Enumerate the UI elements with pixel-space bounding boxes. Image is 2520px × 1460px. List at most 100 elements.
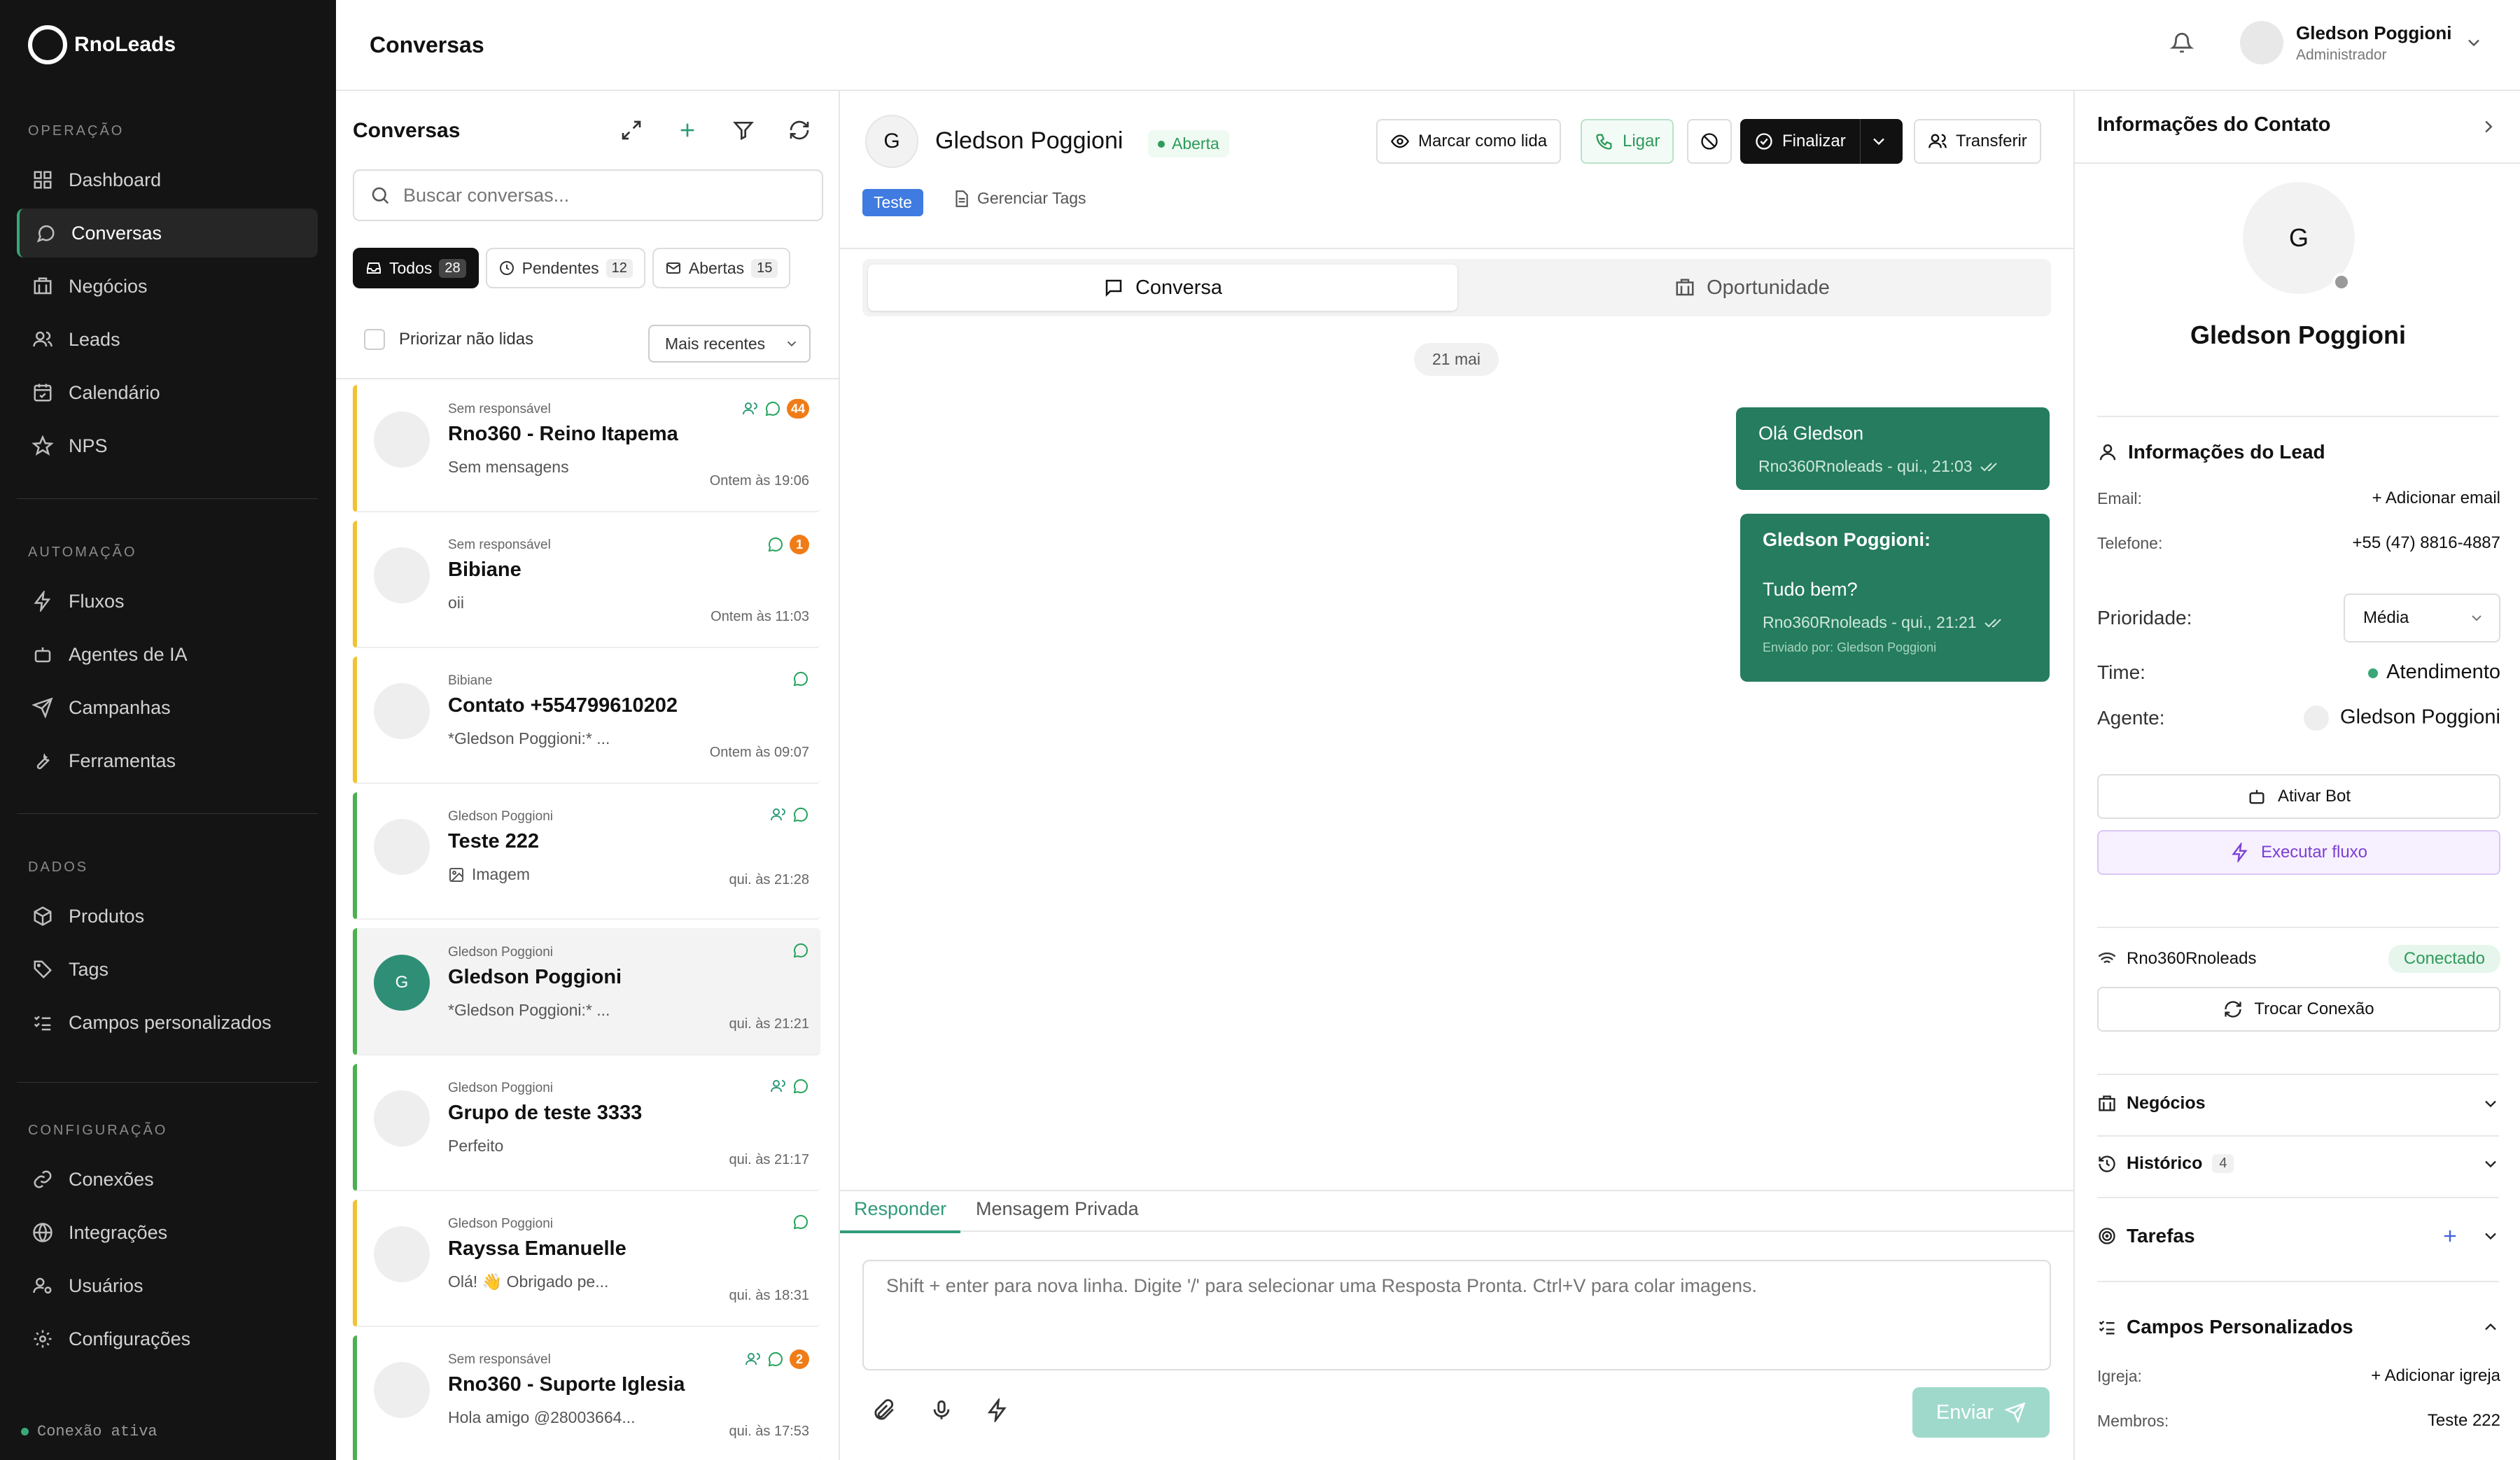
history-accordion[interactable]: Histórico 4 (2097, 1153, 2500, 1174)
building-icon (1676, 279, 1694, 296)
composer-box (862, 1260, 2051, 1370)
sidebar-item-label: Campanhas (69, 696, 171, 718)
attach-button[interactable] (867, 1393, 902, 1428)
sidebar-item-fluxos[interactable]: Fluxos (17, 577, 318, 626)
sidebar-item-nps[interactable]: NPS (17, 421, 318, 470)
add-church-button[interactable]: + Adicionar igreja (2371, 1366, 2500, 1386)
deals-accordion[interactable]: Negócios (2097, 1093, 2500, 1114)
phone-row: Telefone: +55 (47) 8816-4887 (2097, 533, 2500, 553)
sidebar-item-label: Produtos (69, 905, 145, 927)
whatsapp-icon (793, 1079, 808, 1094)
sidebar-item-usuarios[interactable]: Usuários (17, 1261, 318, 1310)
user-menu[interactable]: Gledson Poggioni Administrador (2240, 21, 2484, 64)
conversation-item[interactable]: Gledson Poggioni Teste 222 Imagem qui. à… (353, 792, 820, 920)
link-icon (34, 1170, 52, 1188)
sidebar-item-leads[interactable]: Leads (17, 315, 318, 364)
sidebar-item-conexoes[interactable]: Conexões (17, 1155, 318, 1204)
sidebar-item-produtos[interactable]: Produtos (17, 892, 318, 941)
sidebar-item-agentes-ia[interactable]: Agentes de IA (17, 630, 318, 679)
add-email-button[interactable]: + Adicionar email (2372, 489, 2500, 508)
tasks-accordion[interactable]: Tarefas (2097, 1225, 2500, 1247)
history-icon (2099, 1155, 2115, 1172)
tag-chip[interactable]: Teste (862, 189, 923, 216)
conversation-name: Grupo de teste 3333 (448, 1102, 643, 1124)
tab-mensagem-privada[interactable]: Mensagem Privada (962, 1198, 1153, 1233)
filter-chip-todos[interactable]: Todos 28 (353, 248, 479, 288)
send-button[interactable]: Enviar (1912, 1387, 2050, 1438)
contact-info-panel: Informações do Contato G Gledson Poggion… (2073, 91, 2520, 1460)
filter-chip-pendentes[interactable]: Pendentes 12 (485, 248, 645, 288)
tasks-label: Tarefas (2127, 1225, 2195, 1247)
filter-chip-abertas[interactable]: Abertas 15 (652, 248, 791, 288)
sort-select[interactable]: Mais recentes (648, 325, 811, 363)
sidebar-item-campanhas[interactable]: Campanhas (17, 683, 318, 732)
expand-icon (622, 120, 641, 140)
star-icon (32, 435, 53, 456)
sidebar-item-label: Calendário (69, 381, 160, 403)
message-input[interactable] (886, 1275, 2027, 1355)
sidebar-item-negocios[interactable]: Negócios (17, 262, 318, 311)
run-flow-button[interactable]: Executar fluxo (2097, 830, 2500, 875)
activate-bot-button[interactable]: Ativar Bot (2097, 774, 2500, 819)
sidebar-item-integracoes[interactable]: Integrações (17, 1208, 318, 1257)
refresh-button[interactable] (784, 115, 815, 146)
sidebar-item-ferramentas[interactable]: Ferramentas (17, 736, 318, 785)
logo-ring-icon (28, 25, 67, 64)
logo[interactable]: RnoLeads (28, 25, 176, 64)
conversation-item[interactable]: Sem responsável Rno360 - Suporte Iglesia… (353, 1335, 820, 1460)
conversation-item[interactable]: Sem responsável Bibiane oii Ontem às 11:… (353, 521, 820, 648)
chevron-down-icon[interactable] (2481, 1226, 2500, 1246)
switch-connection-button[interactable]: Trocar Conexão (2097, 987, 2500, 1032)
conversation-item-selected[interactable]: G Gledson Poggioni Gledson Poggioni *Gle… (353, 928, 820, 1055)
finish-button[interactable]: Finalizar (1740, 119, 1903, 164)
prioritize-unread[interactable]: Priorizar não lidas (364, 329, 533, 350)
document-icon (955, 190, 968, 207)
quick-reply-button[interactable] (980, 1393, 1015, 1428)
sidebar-item-calendario[interactable]: Calendário (17, 368, 318, 417)
chevron-right-icon[interactable] (2478, 116, 2499, 137)
notifications-button[interactable] (2170, 31, 2194, 55)
sidebar-item-tags[interactable]: Tags (17, 945, 318, 994)
call-button[interactable]: Ligar (1581, 119, 1674, 164)
chevron-down-icon[interactable] (1869, 132, 1889, 151)
sidebar-item-dashboard[interactable]: Dashboard (17, 155, 318, 204)
mark-read-button[interactable]: Marcar como lida (1376, 119, 1562, 164)
expand-button[interactable] (616, 115, 647, 146)
building-icon (2099, 1095, 2115, 1111)
custom-fields-accordion[interactable]: Campos Personalizados (2097, 1316, 2500, 1338)
transfer-button[interactable]: Transferir (1914, 119, 2041, 164)
plus-icon[interactable] (2440, 1226, 2460, 1246)
tab-conversa[interactable]: Conversa (868, 265, 1457, 311)
chip-label: Abertas (688, 258, 745, 277)
sidebar-item-label: Conexões (69, 1168, 154, 1190)
sidebar-item-label: Leads (69, 328, 120, 350)
search-input[interactable] (403, 184, 795, 206)
composer-tabs: Responder Mensagem Privada (840, 1190, 2073, 1233)
avatar-initial: G (2288, 223, 2309, 252)
filter-button[interactable] (728, 115, 759, 146)
new-conversation-button[interactable] (672, 115, 703, 146)
team-value: Atendimento (2368, 661, 2500, 684)
chip-count: 12 (606, 258, 633, 278)
divider (2097, 1074, 2499, 1075)
microphone-button[interactable] (924, 1393, 959, 1428)
conversation-item[interactable]: Gledson Poggioni Rayssa Emanuelle Olá! 👋… (353, 1200, 820, 1327)
sidebar-item-conversas[interactable]: Conversas (17, 209, 318, 258)
block-button[interactable] (1687, 119, 1732, 164)
priority-select[interactable]: Média (2344, 594, 2500, 643)
tab-responder[interactable]: Responder (840, 1198, 961, 1233)
conversation-item[interactable]: Gledson Poggioni Grupo de teste 3333 Per… (353, 1064, 820, 1191)
sidebar-item-configuracoes[interactable]: Configurações (17, 1314, 318, 1363)
prioritize-checkbox[interactable] (364, 329, 385, 350)
whatsapp-icon (793, 807, 808, 822)
conversation-responsible: Sem responsável (448, 538, 551, 552)
conversation-item[interactable]: Sem responsável Rno360 - Reino Itapema S… (353, 385, 820, 512)
sidebar-item-campos-personalizados[interactable]: Campos personalizados (17, 998, 318, 1047)
avatar: G (374, 955, 430, 1011)
conversation-item[interactable]: Bibiane Contato +554799610202 *Gledson P… (353, 657, 820, 784)
chip-label: Todos (389, 258, 433, 277)
conversation-responsible: Bibiane (448, 673, 493, 688)
tab-oportunidade[interactable]: Oportunidade (1457, 265, 2047, 311)
manage-tags-button[interactable]: Gerenciar Tags (952, 189, 1086, 208)
divider (2097, 927, 2499, 928)
